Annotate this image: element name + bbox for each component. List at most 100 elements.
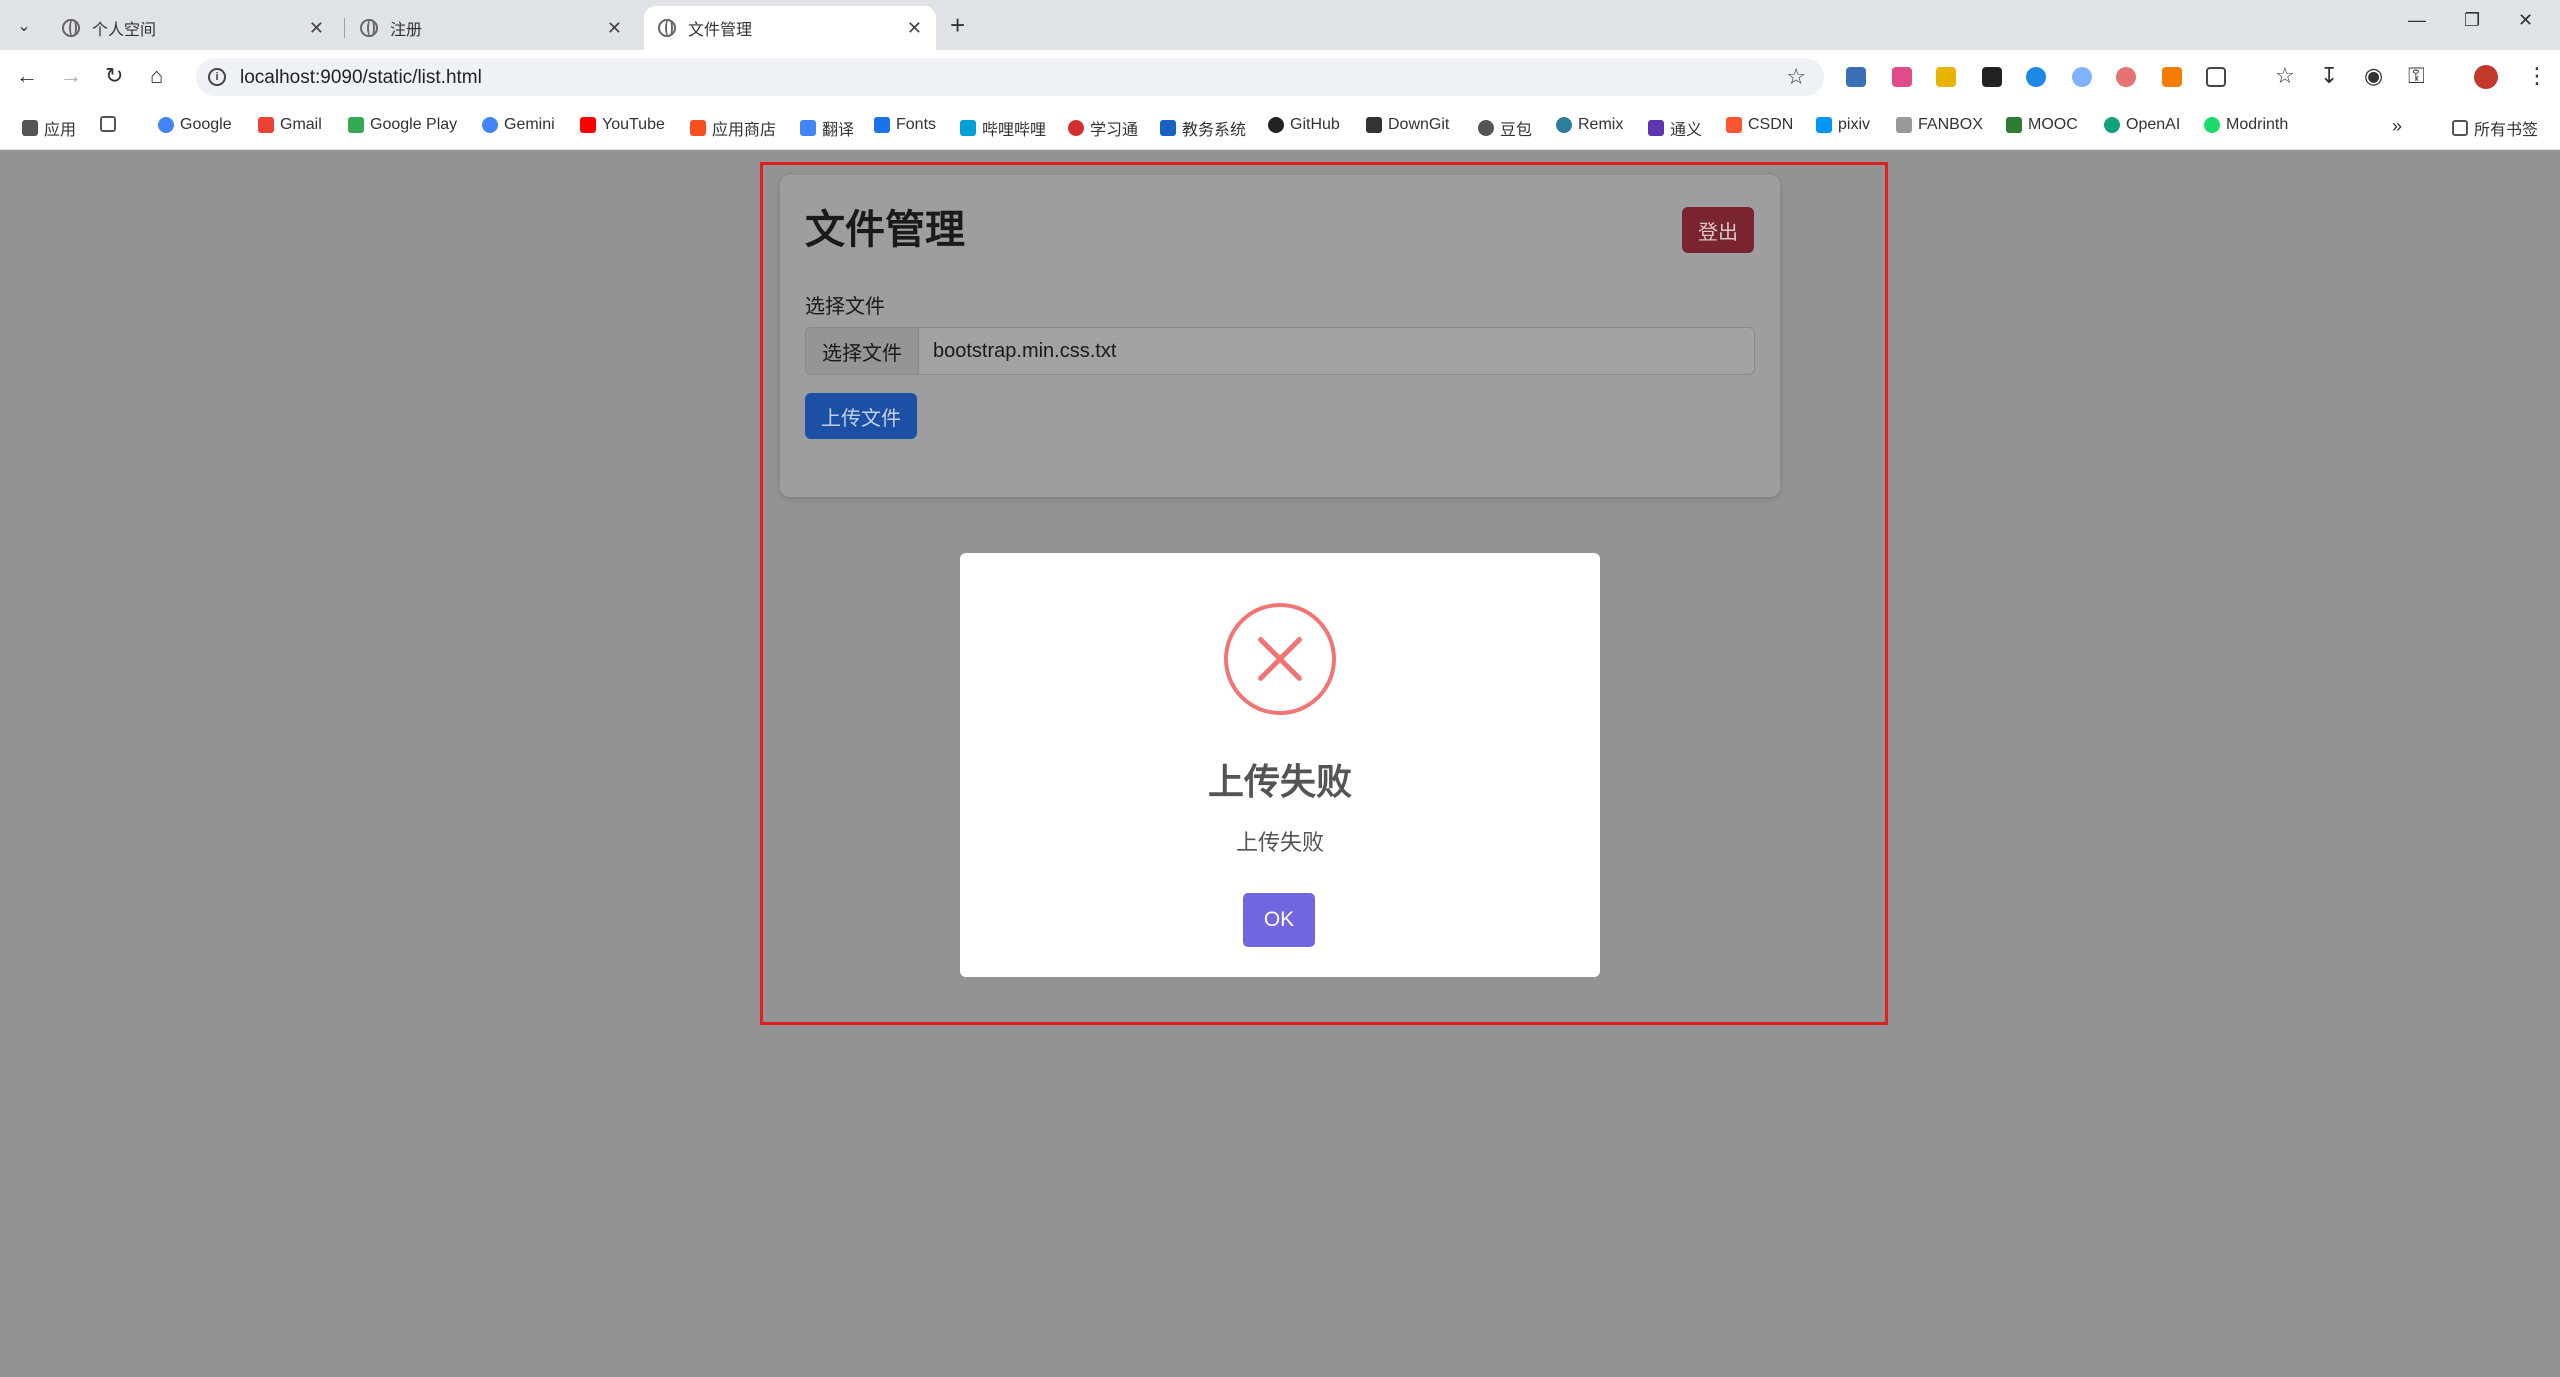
translate-icon: [800, 120, 816, 136]
ok-button[interactable]: OK: [1243, 893, 1315, 947]
close-icon[interactable]: ✕: [607, 18, 622, 39]
home-button[interactable]: ⌂: [150, 64, 163, 88]
folder-icon: [2452, 120, 2468, 136]
tab-personal-space[interactable]: 个人空间 ✕: [48, 6, 338, 50]
bookmark-pixiv[interactable]: pixiv: [1816, 116, 1870, 134]
fonts-icon: [874, 117, 890, 133]
modrinth-icon: [2204, 117, 2220, 133]
downloads-button[interactable]: ↧: [2320, 64, 2338, 88]
bookmark-openai[interactable]: OpenAI: [2104, 116, 2180, 134]
bookmark-grid[interactable]: [100, 116, 122, 132]
new-tab-button[interactable]: +: [950, 12, 965, 38]
grid-icon: [100, 116, 116, 132]
bookmarks-overflow-button[interactable]: »: [2392, 116, 2402, 137]
choose-file-button[interactable]: 选择文件: [806, 328, 919, 374]
error-x-icon: [1224, 603, 1336, 715]
site-info-icon[interactable]: i: [208, 68, 226, 86]
extension-icon[interactable]: [1892, 67, 1912, 87]
tongyi-icon: [1648, 120, 1664, 136]
extension-icon[interactable]: [1846, 67, 1866, 87]
bookmark-remix[interactable]: Remix: [1556, 116, 1623, 134]
bookmark-xuexitong[interactable]: 学习通: [1068, 116, 1138, 140]
openai-icon: [2104, 117, 2120, 133]
store-icon: [690, 120, 706, 136]
address-bar[interactable]: i localhost:9090/static/list.html ☆: [196, 58, 1824, 96]
metamask-icon[interactable]: [2162, 67, 2182, 87]
bookmark-tongyi[interactable]: 通义: [1648, 116, 1702, 140]
browser-toolbar: ← → ↻ ⌂ i localhost:9090/static/list.htm…: [0, 50, 2560, 104]
bilibili-icon: [960, 120, 976, 136]
reading-list-button[interactable]: ☆: [2275, 64, 2295, 88]
page-title: 文件管理: [805, 208, 965, 252]
url-text[interactable]: localhost:9090/static/list.html: [240, 67, 482, 89]
puzzle-icon[interactable]: [2206, 67, 2226, 87]
google-icon: [158, 117, 174, 133]
bookmark-academic-system[interactable]: 教务系统: [1160, 116, 1246, 140]
remix-icon: [1556, 117, 1572, 133]
csdn-icon: [1726, 117, 1742, 133]
double-chevron-right-icon: »: [2392, 116, 2403, 136]
doubao-icon: [1478, 120, 1494, 136]
back-button[interactable]: ←: [16, 64, 38, 88]
menu-button[interactable]: ⋮: [2526, 64, 2548, 88]
bookmark-downgit[interactable]: DownGit: [1366, 116, 1449, 134]
tab-register[interactable]: 注册 ✕: [346, 6, 636, 50]
bookmark-google-play[interactable]: Google Play: [348, 116, 457, 134]
password-button[interactable]: ⚿: [2408, 64, 2425, 88]
pixiv-icon: [1816, 117, 1832, 133]
academic-icon: [1160, 120, 1176, 136]
bookmark-fonts[interactable]: Fonts: [874, 116, 936, 134]
file-input[interactable]: 选择文件 bootstrap.min.css.txt: [805, 327, 1755, 375]
upload-button[interactable]: 上传文件: [805, 393, 917, 439]
bookmark-star-icon[interactable]: ☆: [1786, 64, 1806, 90]
all-bookmarks-button[interactable]: 所有书签: [2452, 116, 2538, 140]
bookmark-translate[interactable]: 翻译: [800, 116, 854, 140]
extension-icon[interactable]: [2026, 67, 2046, 87]
extension-icon[interactable]: [2072, 67, 2092, 87]
file-manager-card: 文件管理 登出 选择文件 选择文件 bootstrap.min.css.txt …: [780, 175, 1780, 497]
bookmark-gmail[interactable]: Gmail: [258, 116, 322, 134]
more-vert-icon: ⋮: [2526, 63, 2548, 88]
profile-avatar[interactable]: [2474, 65, 2498, 89]
window-close-button[interactable]: ✕: [2518, 10, 2533, 31]
bookmark-app-store[interactable]: 应用商店: [690, 116, 776, 140]
extension-icon[interactable]: [2116, 67, 2136, 87]
tab-title: 文件管理: [688, 22, 753, 39]
tab-search-button[interactable]: ⌄: [10, 12, 38, 40]
tab-title: 个人空间: [92, 22, 157, 39]
bookmark-doubao[interactable]: 豆包: [1478, 116, 1532, 140]
globe-icon: [658, 19, 676, 37]
bookmark-modrinth[interactable]: Modrinth: [2204, 116, 2288, 134]
dialog-title: 上传失败: [1207, 761, 1352, 802]
chevron-down-icon: ⌄: [17, 18, 31, 35]
tab-file-manager[interactable]: 文件管理 ✕: [644, 6, 936, 50]
bookmark-csdn[interactable]: CSDN: [1726, 116, 1793, 134]
bookmark-apps[interactable]: 应用: [22, 116, 76, 140]
reload-button[interactable]: ↻: [105, 64, 123, 88]
star-list-icon: ☆: [2275, 63, 2295, 88]
bookmark-google[interactable]: Google: [158, 116, 232, 134]
downgit-icon: [1366, 117, 1382, 133]
incognito-button[interactable]: ◉: [2364, 64, 2383, 88]
bookmark-bilibili[interactable]: 哔哩哔哩: [960, 116, 1046, 140]
extension-icon[interactable]: [1982, 67, 2002, 87]
logout-button[interactable]: 登出: [1682, 207, 1754, 253]
bookmark-github[interactable]: GitHub: [1268, 116, 1340, 134]
bookmark-youtube[interactable]: YouTube: [580, 116, 665, 134]
forward-button[interactable]: →: [60, 64, 82, 88]
reload-icon: ↻: [105, 63, 124, 88]
bookmark-fanbox[interactable]: FANBOX: [1896, 116, 1983, 134]
error-dialog: 上传失败 上传失败 OK: [960, 553, 1600, 977]
minimize-button[interactable]: —: [2408, 10, 2426, 31]
key-icon: ⚿: [2408, 63, 2425, 88]
apps-grid-icon: [22, 120, 38, 136]
close-icon[interactable]: ✕: [907, 18, 922, 39]
extension-icon[interactable]: [1936, 67, 1956, 87]
fanbox-icon: [1896, 117, 1912, 133]
bookmark-mooc[interactable]: MOOC: [2006, 116, 2078, 134]
bookmark-gemini[interactable]: Gemini: [482, 116, 555, 134]
close-icon[interactable]: ✕: [309, 18, 324, 39]
plus-icon: +: [950, 10, 966, 40]
restore-button[interactable]: ❐: [2464, 10, 2480, 31]
arrow-left-icon: ←: [16, 63, 38, 88]
